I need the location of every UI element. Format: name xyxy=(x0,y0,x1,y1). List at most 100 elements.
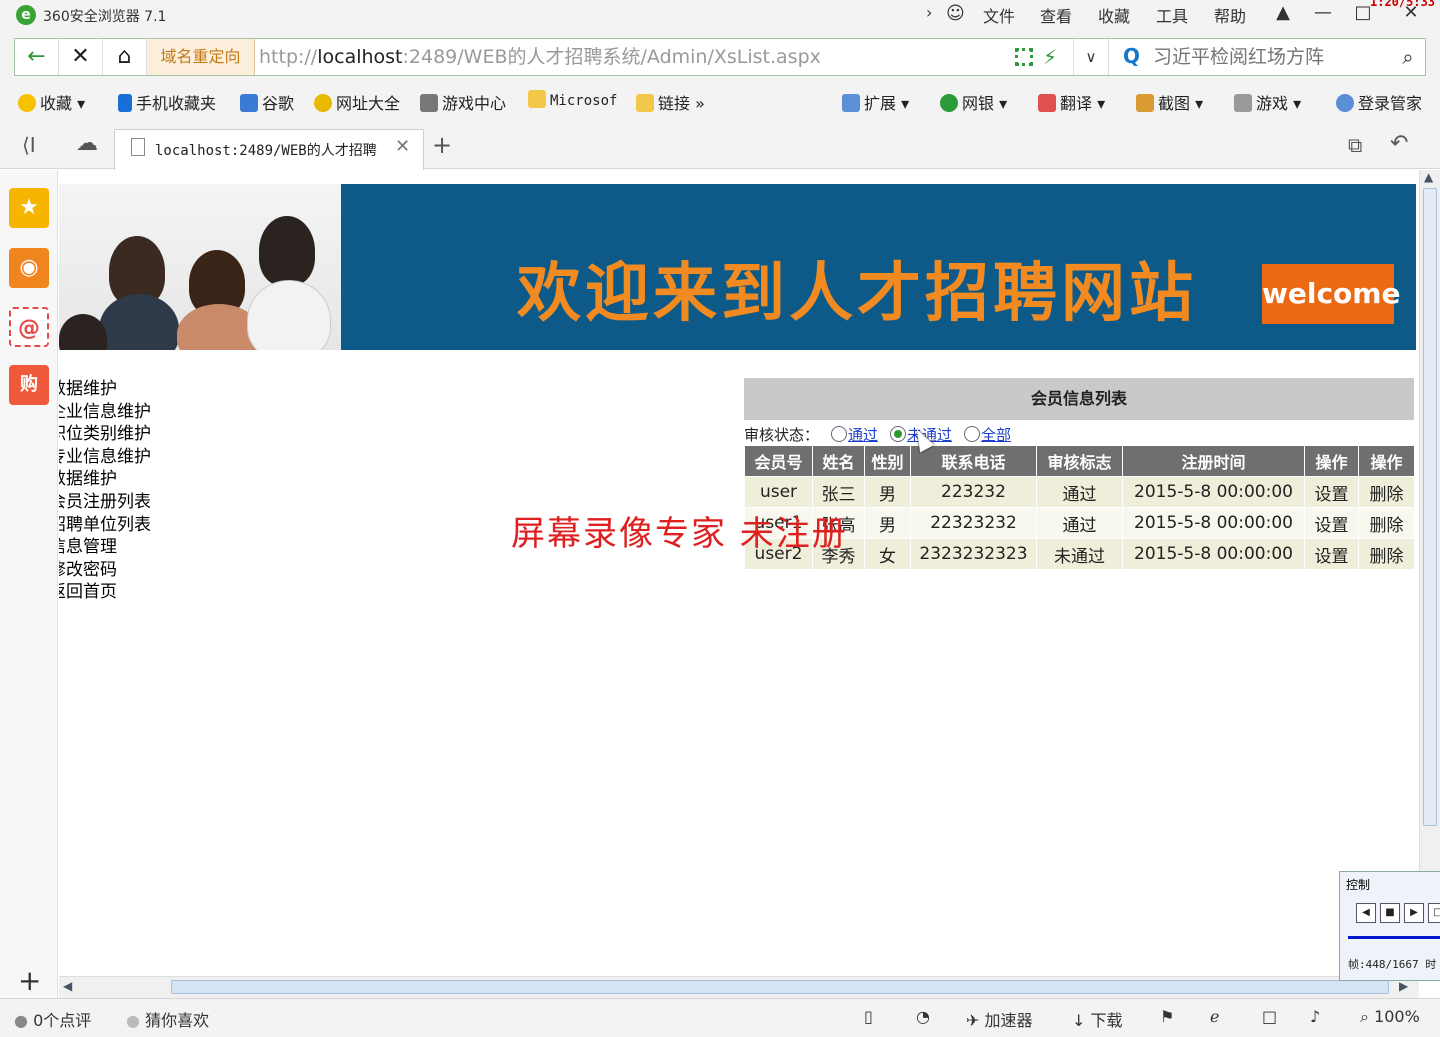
pause-icon[interactable]: ■ xyxy=(1380,903,1400,923)
rewind-icon[interactable]: ◀ xyxy=(1356,903,1376,923)
menu-file[interactable]: 文件 xyxy=(983,3,1015,27)
comments-button[interactable]: ● 0个点评 xyxy=(14,1007,91,1031)
fav-sites[interactable]: 网址大全 xyxy=(314,90,400,114)
radio-passed[interactable] xyxy=(831,426,848,442)
nav-info-manage[interactable]: 信息管理 xyxy=(59,536,159,559)
scroll-up-icon[interactable]: ▲ xyxy=(1424,170,1433,184)
fav-microsoft[interactable]: Microsof xyxy=(528,90,617,109)
nav-change-password[interactable]: 修改密码 xyxy=(59,559,159,582)
mobile-icon[interactable]: ▯ xyxy=(864,1007,873,1026)
speed-icon[interactable]: ◔ xyxy=(916,1007,930,1026)
set-link[interactable]: 设置 xyxy=(1304,507,1359,539)
accelerator-button[interactable]: ✈ 加速器 xyxy=(966,1007,1033,1031)
col-reg-time: 注册时间 xyxy=(1122,445,1305,477)
radio-not-passed[interactable] xyxy=(890,426,907,442)
user-icon[interactable]: ☺ xyxy=(946,3,965,24)
flag-icon[interactable]: ⚑ xyxy=(1160,1007,1174,1026)
nav-data-maintenance[interactable]: 数据维护 xyxy=(59,378,159,401)
filter-label: 审核状态： xyxy=(744,426,820,444)
fav-mobile[interactable]: 手机收藏夹 xyxy=(118,90,216,114)
close-icon[interactable]: ✕ xyxy=(395,136,410,157)
menu-favorites[interactable]: 收藏 xyxy=(1098,3,1130,27)
fav-links[interactable]: 链接 » xyxy=(636,90,705,114)
qr-code-icon[interactable] xyxy=(1015,48,1033,66)
menu-help[interactable]: 帮助 xyxy=(1214,3,1246,27)
search-icon[interactable]: ⌕ xyxy=(1391,39,1425,75)
screenshot-button[interactable]: 截图 ▾ xyxy=(1136,90,1203,114)
download-button[interactable]: ↓ 下载 xyxy=(1072,1007,1123,1031)
horizontal-scrollbar[interactable]: ◀ ▶ xyxy=(59,976,1419,998)
delete-link[interactable]: 删除 xyxy=(1358,507,1415,539)
delete-link[interactable]: 删除 xyxy=(1358,538,1415,570)
login-manager-button[interactable]: 登录管家 xyxy=(1336,90,1422,114)
fav-google[interactable]: 谷歌 xyxy=(240,90,294,114)
tool-label: 翻译 xyxy=(1060,94,1093,113)
horizontal-scroll-thumb[interactable] xyxy=(171,980,1389,994)
undo-icon[interactable]: ↶ xyxy=(1390,131,1408,156)
scroll-left-icon[interactable]: ◀ xyxy=(63,979,72,993)
nav-employer-list[interactable]: 招聘单位列表 xyxy=(59,514,159,537)
zoom-button[interactable]: ⌕ 100% xyxy=(1360,1007,1420,1027)
add-icon[interactable]: + xyxy=(18,964,41,997)
col-gender: 性别 xyxy=(864,445,911,477)
volume-icon[interactable]: ♪ xyxy=(1310,1007,1320,1026)
restore-tabs-icon[interactable]: ⧉ xyxy=(1348,133,1362,157)
col-member-id: 会员号 xyxy=(744,445,813,477)
nav-home[interactable]: 返回首页 xyxy=(59,581,159,604)
menu-view[interactable]: 查看 xyxy=(1040,3,1072,27)
home-button[interactable]: ⌂ xyxy=(103,39,147,75)
star-icon[interactable]: ★ xyxy=(9,188,49,228)
new-tab-button[interactable]: + xyxy=(432,131,452,159)
nav-company-info[interactable]: 企业信息维护 xyxy=(59,401,159,424)
back-button[interactable]: ← xyxy=(15,39,59,75)
vertical-scrollbar[interactable]: ▲ xyxy=(1419,170,1440,976)
url-field[interactable]: http://localhost:2489/WEB的人才招聘系统/Admin/X… xyxy=(259,39,821,75)
vertical-scroll-thumb[interactable] xyxy=(1423,188,1437,826)
scroll-right-icon[interactable]: ▶ xyxy=(1399,979,1408,993)
nav-data-maintenance-2[interactable]: 数据维护 xyxy=(59,468,159,491)
radio-all[interactable] xyxy=(964,426,981,442)
nav-job-category[interactable]: 职位类别维护 xyxy=(59,423,159,446)
more-icon[interactable]: □ xyxy=(1428,903,1440,923)
cell-name: 张三 xyxy=(812,476,865,508)
progress-bar[interactable] xyxy=(1348,936,1440,939)
flash-icon[interactable]: ⚡ xyxy=(1043,39,1057,75)
cloud-icon[interactable]: ☁ xyxy=(76,131,98,156)
url-prefix: http:// xyxy=(259,46,318,68)
tab-list-icon[interactable]: ⟨I xyxy=(22,133,36,157)
search-input[interactable] xyxy=(1115,39,1391,75)
chevron-right-icon[interactable]: › xyxy=(926,3,932,22)
forward-icon[interactable]: ▶ xyxy=(1404,903,1424,923)
nav-member-list[interactable]: 会员注册列表 xyxy=(59,491,159,514)
set-link[interactable]: 设置 xyxy=(1304,538,1359,570)
fav-games[interactable]: 游戏中心 xyxy=(420,90,506,114)
bank-button[interactable]: 网银 ▾ xyxy=(940,90,1007,114)
shopping-icon[interactable]: 购 xyxy=(9,365,49,405)
menu-tools[interactable]: 工具 xyxy=(1156,3,1188,27)
minimize-button[interactable]: — xyxy=(1306,0,1340,28)
recommend-button[interactable]: ● 猜你喜欢 xyxy=(126,1007,209,1031)
radio-passed-label[interactable]: 通过 xyxy=(848,426,878,444)
weibo-icon[interactable]: ◉ xyxy=(9,248,49,288)
game-button[interactable]: 游戏 ▾ xyxy=(1234,90,1301,114)
fav-collect[interactable]: 收藏 ▾ xyxy=(18,90,85,114)
nav-major-info[interactable]: 专业信息维护 xyxy=(59,446,159,469)
table-row: user 张三 男 223232 通过 2015-5-8 00:00:00 设置… xyxy=(744,476,1415,508)
ie-icon[interactable]: ℯ xyxy=(1210,1007,1219,1026)
folder-icon xyxy=(636,94,654,112)
skin-icon[interactable]: ▲ xyxy=(1266,0,1300,28)
stop-button[interactable]: ✕ xyxy=(59,39,103,75)
tab-current[interactable]: localhost:2489/WEB的人才招聘 ✕ xyxy=(114,129,424,170)
translate-button[interactable]: 翻译 ▾ xyxy=(1038,90,1105,114)
banner-photo xyxy=(59,184,341,350)
ext-button[interactable]: 扩展 ▾ xyxy=(842,90,909,114)
window-icon[interactable]: □ xyxy=(1262,1007,1277,1026)
mail-icon[interactable]: @ xyxy=(9,307,49,347)
redirect-badge[interactable]: 域名重定向 xyxy=(147,39,255,75)
set-link[interactable]: 设置 xyxy=(1304,476,1359,508)
delete-link[interactable]: 删除 xyxy=(1358,476,1415,508)
status-bar: ● 0个点评 ● 猜你喜欢 ▯ ◔ ✈ 加速器 ↓ 下载 ⚑ ℯ □ ♪ ⌕ 1… xyxy=(0,998,1440,1037)
chevron-down-icon[interactable]: ∨ xyxy=(1073,39,1109,75)
cell-gender: 男 xyxy=(864,476,911,508)
radio-all-label[interactable]: 全部 xyxy=(981,426,1011,444)
